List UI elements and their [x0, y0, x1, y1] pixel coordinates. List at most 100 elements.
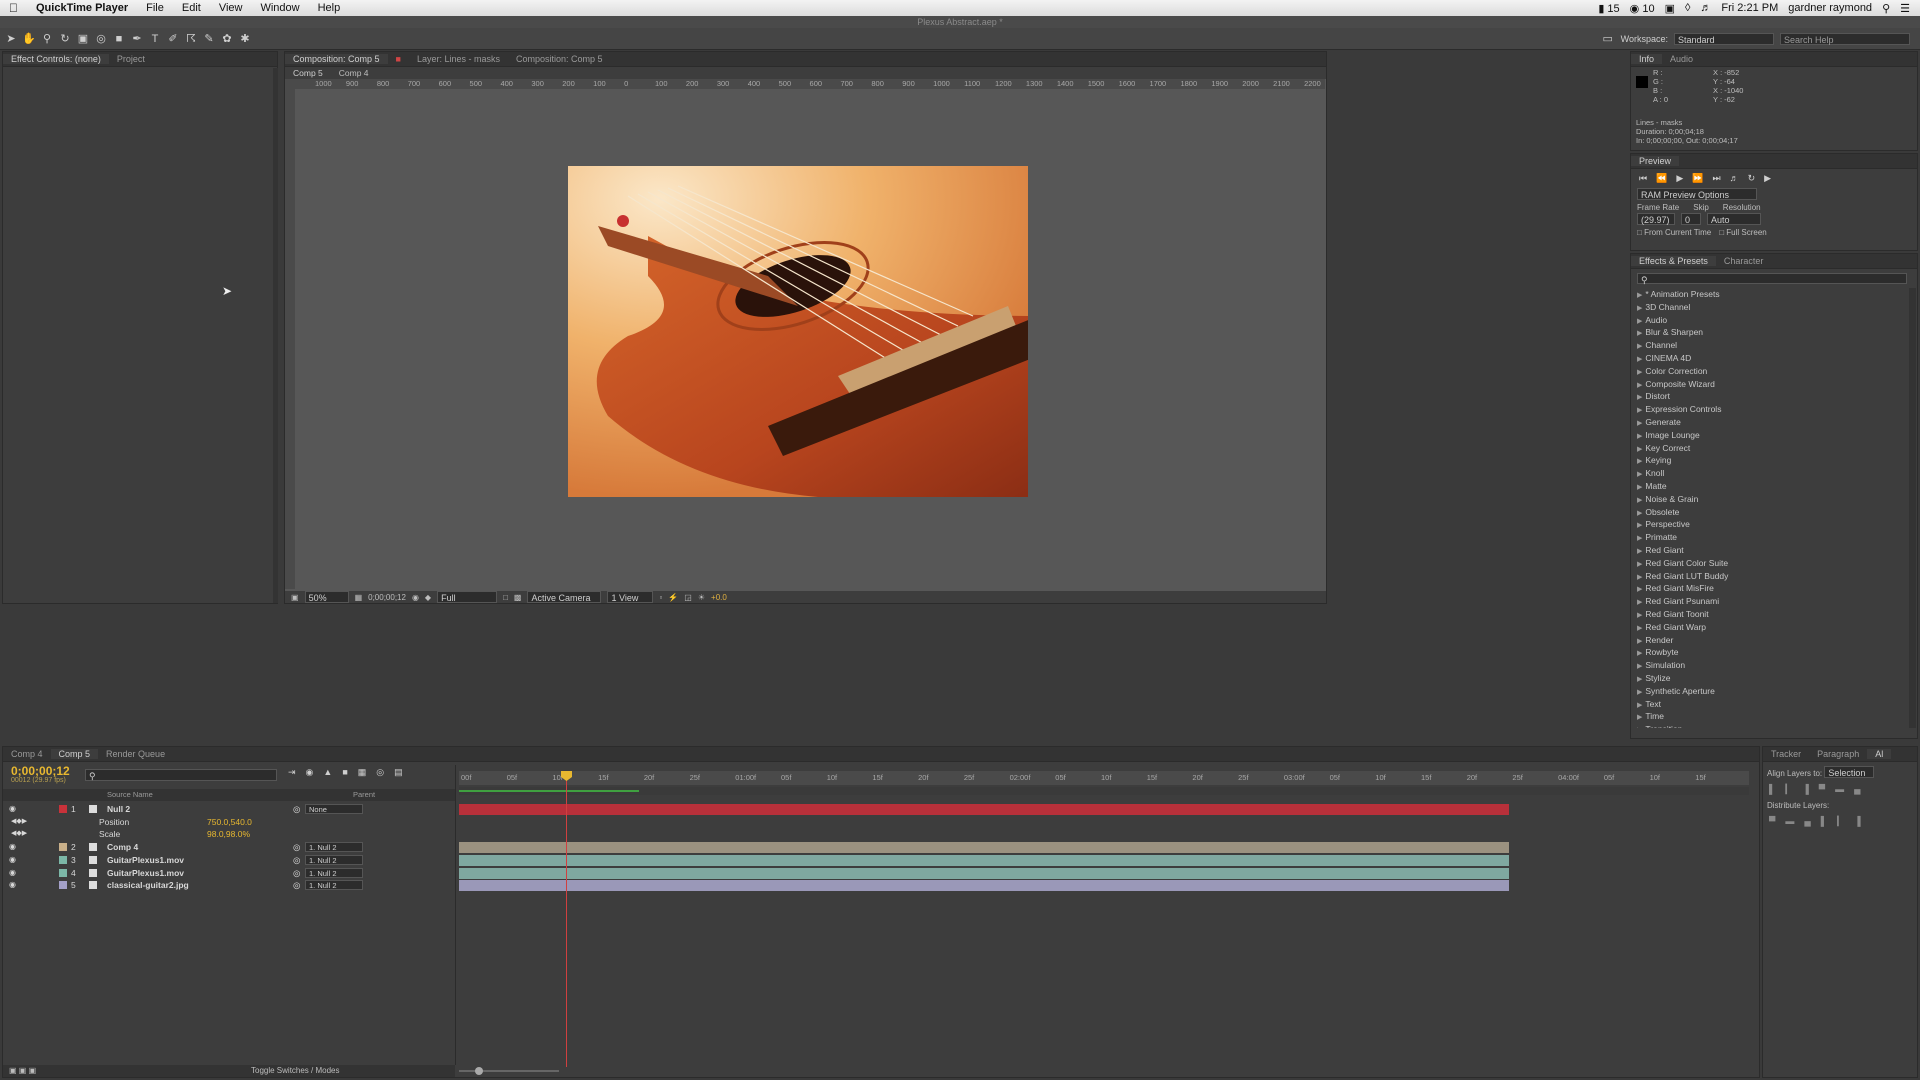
menu-help[interactable]: Help: [309, 2, 350, 14]
layer-duration-bar[interactable]: [459, 842, 1509, 854]
parent-pickwhip-icon[interactable]: ◎: [293, 867, 300, 880]
camera-select[interactable]: Active Camera: [527, 591, 602, 603]
effect-category-item[interactable]: ▶ Red Giant Warp: [1637, 621, 1917, 634]
previous-frame-icon[interactable]: ⏪: [1656, 173, 1667, 184]
disclosure-triangle-icon[interactable]: ▶: [1637, 574, 1642, 581]
effect-category-item[interactable]: ▶ Render: [1637, 634, 1917, 647]
distribute-right-icon[interactable]: ▐: [1854, 816, 1860, 827]
layer-name[interactable]: Comp 4: [107, 841, 138, 854]
expand-collapse-icons[interactable]: ▣ ▣ ▣: [9, 1065, 36, 1077]
frame-rate-field[interactable]: (29.97): [1637, 213, 1675, 225]
volume-icon[interactable]: ♬: [1700, 2, 1711, 14]
effect-category-item[interactable]: ▶Transition: [1637, 723, 1917, 728]
effect-category-item[interactable]: ▶ Rowbyte: [1637, 646, 1917, 659]
disclosure-triangle-icon[interactable]: ▶: [1637, 714, 1642, 721]
keyframe-navigator-icon[interactable]: ◀◆▶: [11, 816, 27, 829]
layer-row[interactable]: ◉ 3 GuitarPlexus1.mov ◎ 1. Null 2: [3, 854, 453, 867]
effect-category-item[interactable]: ▶ Red Giant Color Suite: [1637, 557, 1917, 570]
distribute-bottom-icon[interactable]: ▄: [1804, 816, 1810, 827]
draft-3d-icon[interactable]: ▲: [323, 767, 332, 778]
current-timecode[interactable]: 0;00;00;12: [11, 764, 70, 778]
label-color-swatch[interactable]: [59, 868, 67, 877]
mute-audio-icon[interactable]: ♬: [1730, 173, 1739, 184]
effect-category-item[interactable]: ▶ Color Correction: [1637, 365, 1917, 378]
align-hcenter-icon[interactable]: ▎: [1785, 784, 1792, 795]
puppet-tool-icon[interactable]: ✱: [238, 32, 252, 46]
disclosure-triangle-icon[interactable]: ▶: [1637, 330, 1642, 337]
rectangle-tool-icon[interactable]: ■: [112, 32, 126, 46]
visibility-eye-icon[interactable]: ◉: [9, 867, 16, 880]
disclosure-triangle-icon[interactable]: ▶: [1637, 292, 1642, 299]
effect-category-item[interactable]: ▶ Blur & Sharpen: [1637, 326, 1917, 339]
tab-audio[interactable]: Audio: [1662, 54, 1701, 64]
tab-timeline-comp4[interactable]: Comp 4: [3, 749, 51, 759]
effect-category-item[interactable]: ▶ Text: [1637, 698, 1917, 711]
skip-field[interactable]: 0: [1681, 213, 1701, 225]
brush-tool-icon[interactable]: ✐: [166, 32, 180, 46]
selection-tool-icon[interactable]: ➤: [4, 32, 18, 46]
distribute-top-icon[interactable]: ▀: [1769, 816, 1775, 827]
tab-tracker[interactable]: Tracker: [1763, 749, 1809, 759]
spotlight-icon[interactable]: ⚲: [1882, 2, 1890, 15]
graph-editor-icon[interactable]: ▤: [394, 767, 403, 778]
hide-shy-icon[interactable]: ■: [342, 767, 347, 778]
playhead-line[interactable]: [566, 771, 567, 1067]
effect-category-item[interactable]: ▶ Red Giant Psunami: [1637, 595, 1917, 608]
tab-composition-comp5[interactable]: Composition: Comp 5: [285, 54, 388, 64]
effect-category-item[interactable]: ▶ Channel: [1637, 339, 1917, 352]
align-top-icon[interactable]: ▀: [1819, 784, 1825, 795]
disclosure-triangle-icon[interactable]: ▶: [1637, 433, 1642, 440]
menu-file[interactable]: File: [137, 2, 173, 14]
property-value[interactable]: 750.0,540.0: [207, 816, 252, 829]
effect-category-item[interactable]: ▶ Distort: [1637, 390, 1917, 403]
disclosure-triangle-icon[interactable]: ▶: [1637, 650, 1642, 657]
parent-select[interactable]: 1. Null 2: [305, 854, 363, 865]
disclosure-triangle-icon[interactable]: ▶: [1637, 369, 1642, 376]
visibility-eye-icon[interactable]: ◉: [9, 854, 16, 867]
layer-duration-bar[interactable]: [459, 804, 1509, 815]
visibility-eye-icon[interactable]: ◉: [9, 879, 16, 892]
work-area-bar[interactable]: [459, 787, 1749, 795]
resolution-select[interactable]: Full: [437, 591, 498, 603]
disclosure-triangle-icon[interactable]: ▶: [1637, 394, 1642, 401]
disclosure-triangle-icon[interactable]: ▶: [1637, 727, 1642, 728]
toggle-pixel-icon[interactable]: ▫: [659, 593, 662, 602]
parent-column[interactable]: Parent: [353, 789, 375, 801]
layer-row[interactable]: ◉ 4 GuitarPlexus1.mov ◎ 1. Null 2: [3, 867, 453, 880]
zoom-slider[interactable]: [459, 1067, 559, 1075]
effect-category-item[interactable]: ▶ Simulation: [1637, 659, 1917, 672]
effect-category-item[interactable]: ▶ Audio: [1637, 314, 1917, 327]
effect-category-item[interactable]: ▶ Red Giant LUT Buddy: [1637, 570, 1917, 583]
tab-paragraph[interactable]: Paragraph: [1809, 749, 1867, 759]
magnification-select[interactable]: 50%: [304, 591, 349, 603]
effect-category-item[interactable]: ▶ Red Giant: [1637, 544, 1917, 557]
disclosure-triangle-icon[interactable]: ▶: [1637, 625, 1642, 632]
safe-zones-icon[interactable]: ▦: [355, 593, 363, 602]
effect-category-item[interactable]: ▶ Keying: [1637, 454, 1917, 467]
disclosure-triangle-icon[interactable]: ▶: [1637, 586, 1642, 593]
effect-category-item[interactable]: ▶ Matte: [1637, 480, 1917, 493]
frame-blending-icon[interactable]: ▦: [358, 767, 367, 778]
parent-pickwhip-icon[interactable]: ◎: [293, 854, 300, 867]
disclosure-triangle-icon[interactable]: ▶: [1637, 663, 1642, 670]
parent-select[interactable]: None: [305, 804, 363, 814]
flow-tab-comp4[interactable]: Comp 4: [331, 68, 377, 78]
loop-icon[interactable]: ↻: [1748, 173, 1756, 184]
effect-category-item[interactable]: ▶ Red Giant MisFire: [1637, 582, 1917, 595]
menu-view[interactable]: View: [210, 2, 252, 14]
align-right-icon[interactable]: ▐: [1802, 784, 1808, 795]
fast-preview-icon[interactable]: ⚡: [668, 593, 678, 602]
source-name-column[interactable]: Source Name: [107, 789, 153, 801]
tab-align[interactable]: Al: [1867, 749, 1892, 759]
disclosure-triangle-icon[interactable]: ▶: [1637, 446, 1642, 453]
parent-pickwhip-icon[interactable]: ◎: [293, 841, 300, 854]
disclosure-triangle-icon[interactable]: ▶: [1637, 356, 1642, 363]
notification-center-icon[interactable]: ☰: [1900, 2, 1910, 15]
tab-layer-lines-masks[interactable]: Layer: Lines - masks: [409, 54, 508, 64]
maximize-icon[interactable]: ▭: [1601, 32, 1615, 46]
disclosure-triangle-icon[interactable]: ▶: [1637, 638, 1642, 645]
property-row[interactable]: ◀◆▶ Position 750.0,540.0: [3, 816, 453, 829]
layer-name[interactable]: GuitarPlexus1.mov: [107, 854, 184, 867]
rotate-tool-icon[interactable]: ↻: [58, 32, 72, 46]
panel-scrollbar[interactable]: [273, 68, 278, 603]
